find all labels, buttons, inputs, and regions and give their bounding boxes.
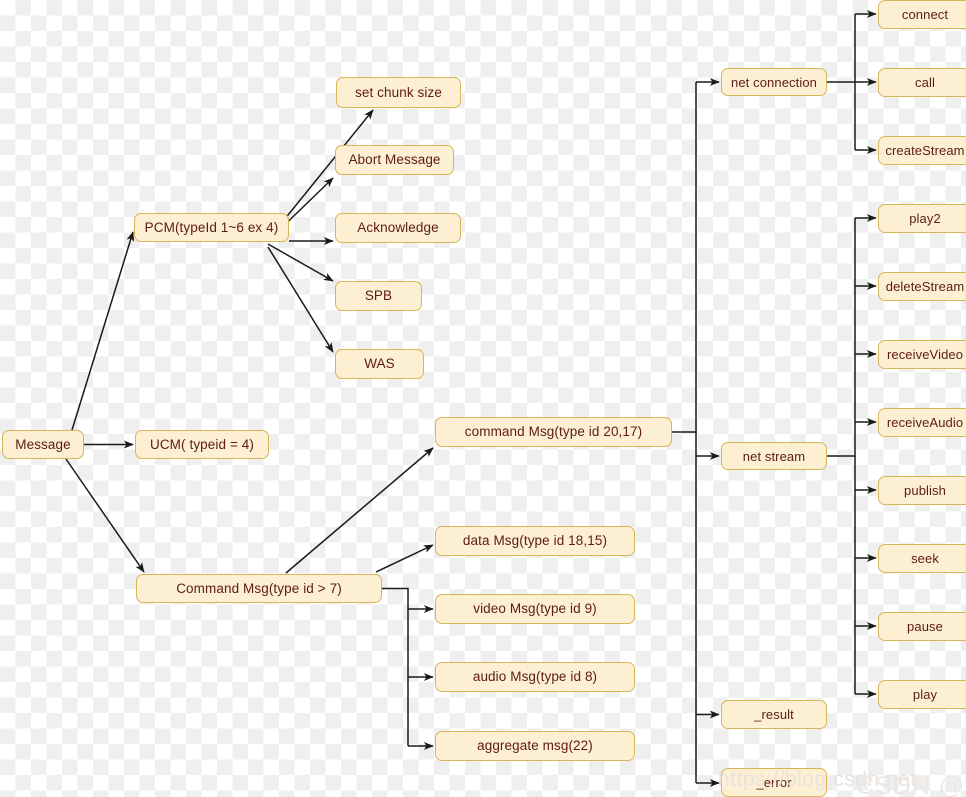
node-set-chunk-size[interactable]: set chunk size — [336, 77, 461, 108]
node-error[interactable]: _error — [721, 768, 827, 797]
node-publish[interactable]: publish — [878, 476, 966, 505]
node-aggregate-msg[interactable]: aggregate msg(22) — [435, 731, 635, 761]
node-createstream[interactable]: createStream — [878, 136, 966, 165]
edge-pcm-spb — [267, 243, 334, 282]
node-message[interactable]: Message — [2, 430, 84, 459]
node-audio-msg[interactable]: audio Msg(type id 8) — [435, 662, 635, 692]
node-was[interactable]: WAS — [335, 349, 424, 379]
node-result[interactable]: _result — [721, 700, 827, 729]
node-pcm[interactable]: PCM(typeId 1~6 ex 4) — [134, 213, 289, 242]
node-play[interactable]: play — [878, 680, 966, 709]
node-acknowledge[interactable]: Acknowledge — [335, 213, 461, 243]
edge-message-pcm — [71, 231, 135, 431]
node-command-msg-gt7[interactable]: Command Msg(type id > 7) — [136, 574, 382, 603]
node-seek[interactable]: seek — [878, 544, 966, 573]
node-play2[interactable]: play2 — [878, 204, 966, 233]
node-net-connection[interactable]: net connection — [721, 68, 827, 96]
node-connect[interactable]: connect — [878, 0, 966, 29]
edge-netstream-trunk — [827, 218, 856, 457]
node-pause[interactable]: pause — [878, 612, 966, 641]
node-spb[interactable]: SPB — [335, 281, 422, 311]
node-data-msg[interactable]: data Msg(type id 18,15) — [435, 526, 635, 556]
node-deletestream[interactable]: deleteStream — [878, 272, 966, 301]
node-command-msg-2017[interactable]: command Msg(type id 20,17) — [435, 417, 672, 447]
node-net-stream[interactable]: net stream — [721, 442, 827, 470]
edge-cmd2017-trunk — [672, 82, 697, 433]
edge-message-command-msg-gt7 — [65, 458, 145, 573]
node-ucm[interactable]: UCM( typeid = 4) — [135, 430, 269, 459]
edge-cmdgt7-command-msg-2017 — [285, 447, 434, 574]
watermark-brand: CSDN @蓝天巨人 — [856, 772, 966, 797]
node-receivevideo[interactable]: receiveVideo — [878, 340, 966, 369]
diagram-canvas: Message PCM(typeId 1~6 ex 4) UCM( typeid… — [0, 0, 966, 797]
node-receiveaudio[interactable]: receiveAudio — [878, 408, 966, 437]
edge-pcm-was — [267, 246, 334, 353]
edge-cmdgt7-trunk — [382, 587, 409, 746]
edge-netconn-trunk — [827, 14, 856, 83]
node-abort-message[interactable]: Abort Message — [335, 145, 454, 175]
node-video-msg[interactable]: video Msg(type id 9) — [435, 594, 635, 624]
node-call[interactable]: call — [878, 68, 966, 97]
edge-cmdgt7-data-msg — [375, 544, 434, 573]
